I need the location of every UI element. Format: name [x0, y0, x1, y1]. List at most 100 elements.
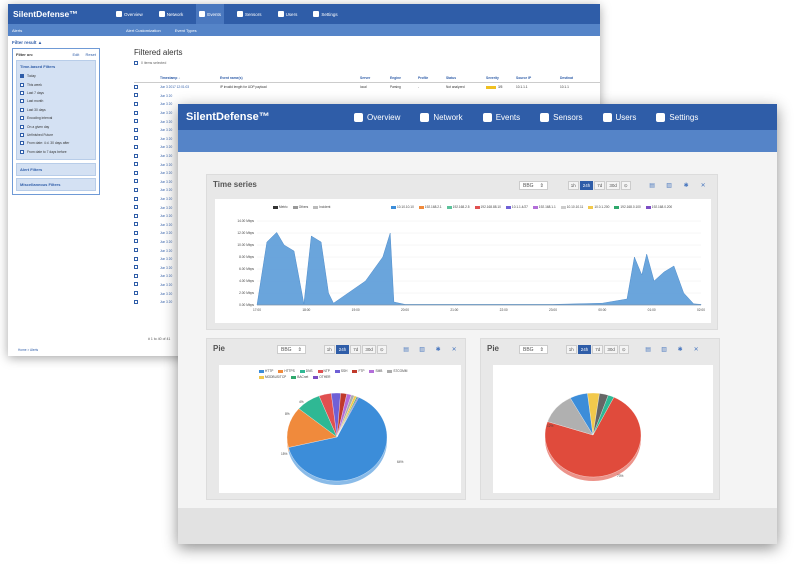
chart-view-icon[interactable]: ▥ [666, 182, 673, 189]
range-tab[interactable]: 24h [335, 345, 350, 354]
row-checkbox[interactable] [134, 265, 138, 270]
nav-settings[interactable]: Settings [648, 104, 706, 130]
sensor-select[interactable]: BBG ⇕ [277, 345, 306, 354]
time-filter-option[interactable]: Today [20, 72, 92, 80]
edit-link[interactable]: Edit [73, 52, 80, 57]
nav-events[interactable]: Events [196, 4, 225, 24]
time-filter-option[interactable]: From date: 4 d. 30 days after [20, 139, 92, 147]
nav-settings[interactable]: Settings [310, 4, 340, 24]
nav-network[interactable]: Network [412, 104, 470, 130]
nav-sensors[interactable]: Sensors [532, 104, 590, 130]
range-tab[interactable]: 7d [594, 181, 606, 190]
range-tab[interactable]: 30d [362, 345, 376, 354]
row-checkbox[interactable] [134, 230, 138, 235]
option-checkbox[interactable] [20, 132, 24, 137]
row-checkbox[interactable] [134, 222, 138, 227]
nav-users[interactable]: Users [595, 104, 645, 130]
column-header[interactable]: Status [446, 76, 486, 80]
nav-network[interactable]: Network [156, 4, 187, 24]
select-all-checkbox[interactable] [134, 61, 138, 65]
table-view-icon[interactable]: ▤ [645, 346, 652, 353]
settings-icon[interactable]: ✱ [677, 346, 684, 353]
time-filters-title[interactable]: Time-based Filters [20, 64, 92, 69]
range-tab[interactable]: 1h [323, 345, 335, 354]
range-tab[interactable]: 7d [592, 345, 604, 354]
row-checkbox[interactable] [134, 282, 138, 287]
column-header[interactable]: Server [360, 76, 390, 80]
time-filter-option[interactable]: Encoding interval [20, 114, 92, 122]
close-icon[interactable]: ✕ [700, 182, 707, 189]
option-checkbox[interactable] [20, 107, 24, 112]
range-tab[interactable]: 1h [565, 345, 577, 354]
option-checkbox[interactable] [20, 149, 24, 154]
time-filter-option[interactable]: From date to 7 days before [20, 148, 92, 156]
sub-nav-event-types[interactable]: Event Types [175, 28, 197, 33]
cell-timestamp[interactable]: Jun 3 2017 12:01:03 [160, 85, 220, 89]
range-tab[interactable]: 24h [577, 345, 592, 354]
sensor-select[interactable]: BBG ⇕ [519, 181, 548, 190]
settings-icon[interactable]: ✱ [435, 346, 442, 353]
row-checkbox[interactable] [134, 101, 138, 106]
misc-filters-section[interactable]: Miscellaneous Filters [16, 177, 96, 191]
time-filter-option[interactable]: This week [20, 80, 92, 88]
sensor-select[interactable]: BBG ⇕ [519, 345, 548, 354]
column-header[interactable]: Source IP [516, 76, 560, 80]
option-checkbox[interactable] [20, 124, 24, 129]
nav-sensors[interactable]: Sensors [234, 4, 265, 24]
column-header[interactable]: Profile [418, 76, 446, 80]
time-filter-option[interactable]: Last 7 days [20, 89, 92, 97]
close-icon[interactable]: ✕ [693, 346, 700, 353]
option-checkbox[interactable] [20, 90, 24, 95]
row-checkbox[interactable] [134, 299, 138, 304]
column-header[interactable]: Severity [486, 76, 516, 80]
row-checkbox[interactable] [134, 144, 138, 149]
nav-overview[interactable]: Overview [113, 4, 146, 24]
table-row[interactable]: Jun 3 20 [134, 92, 600, 101]
row-checkbox[interactable] [134, 84, 138, 89]
range-tab[interactable]: 7d [350, 345, 362, 354]
sub-nav-alert-customization[interactable]: Alert Customization [126, 28, 161, 33]
column-header[interactable]: Destinat [560, 76, 590, 80]
range-tab[interactable]: 1h [567, 181, 579, 190]
row-checkbox[interactable] [134, 153, 138, 158]
row-checkbox[interactable] [134, 179, 138, 184]
option-checkbox[interactable] [20, 116, 24, 121]
column-header[interactable]: Timestamp ↓ [160, 76, 220, 80]
row-checkbox[interactable] [134, 93, 138, 98]
alert-filters-section[interactable]: Alert Filters [16, 162, 96, 176]
row-checkbox[interactable] [134, 136, 138, 141]
time-filter-option[interactable]: On a given day [20, 122, 92, 130]
row-checkbox[interactable] [134, 213, 138, 218]
nav-users[interactable]: Users [275, 4, 301, 24]
range-tab[interactable]: ⊙ [620, 181, 631, 190]
range-tab[interactable]: 24h [579, 181, 594, 190]
breadcrumb[interactable]: Home > Alerts [18, 348, 38, 352]
option-checkbox[interactable] [20, 141, 24, 146]
row-checkbox[interactable] [134, 119, 138, 124]
row-checkbox[interactable] [134, 239, 138, 244]
range-tab[interactable]: 30d [604, 345, 618, 354]
column-header[interactable]: Event name(s) [220, 76, 360, 80]
row-checkbox[interactable] [134, 248, 138, 253]
time-filter-option[interactable]: Last month [20, 97, 92, 105]
table-row[interactable]: Jun 3 2017 12:01:03 IP invalid length for… [134, 83, 600, 92]
row-checkbox[interactable] [134, 127, 138, 132]
table-view-icon[interactable]: ▤ [403, 346, 410, 353]
option-checkbox[interactable] [20, 74, 24, 79]
row-checkbox[interactable] [134, 110, 138, 115]
row-checkbox[interactable] [134, 256, 138, 261]
row-checkbox[interactable] [134, 162, 138, 167]
range-tab[interactable]: ⊙ [376, 345, 387, 354]
close-icon[interactable]: ✕ [451, 346, 458, 353]
row-checkbox[interactable] [134, 187, 138, 192]
column-header[interactable]: Engine [390, 76, 418, 80]
settings-icon[interactable]: ✱ [683, 182, 690, 189]
range-tab[interactable]: ⊙ [618, 345, 629, 354]
option-checkbox[interactable] [20, 99, 24, 104]
row-checkbox[interactable] [134, 273, 138, 278]
time-filter-option[interactable]: Last 30 days [20, 106, 92, 114]
reset-link[interactable]: Reset [86, 52, 96, 57]
row-checkbox[interactable] [134, 291, 138, 296]
option-checkbox[interactable] [20, 82, 24, 87]
chart-view-icon[interactable]: ▥ [661, 346, 668, 353]
